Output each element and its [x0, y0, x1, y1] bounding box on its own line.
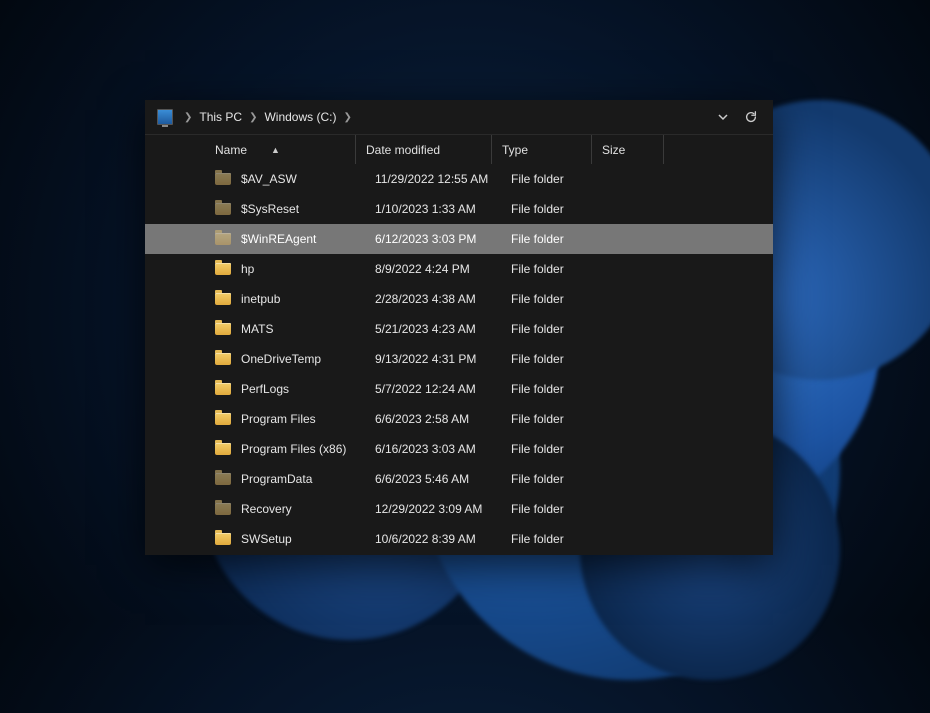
folder-icon	[215, 173, 231, 185]
cell-date: 10/6/2022 8:39 AM	[365, 532, 501, 546]
file-explorer-window: ❯ This PC ❯ Windows (C:) ❯ Name ▲ Date m…	[145, 100, 773, 555]
cell-type: File folder	[501, 442, 601, 456]
table-row[interactable]: MATS5/21/2023 4:23 AMFile folder	[145, 314, 773, 344]
cell-date: 8/9/2022 4:24 PM	[365, 262, 501, 276]
recent-locations-button[interactable]	[709, 103, 737, 131]
table-row[interactable]: Program Files6/6/2023 2:58 AMFile folder	[145, 404, 773, 434]
cell-type: File folder	[501, 502, 601, 516]
cell-type: File folder	[501, 292, 601, 306]
column-header-name[interactable]: Name ▲	[145, 135, 355, 164]
cell-name: MATS	[241, 322, 365, 336]
cell-date: 12/29/2022 3:09 AM	[365, 502, 501, 516]
column-header-end	[663, 135, 674, 164]
column-label: Size	[602, 143, 625, 157]
folder-icon	[215, 413, 231, 425]
cell-date: 2/28/2023 4:38 AM	[365, 292, 501, 306]
cell-date: 1/10/2023 1:33 AM	[365, 202, 501, 216]
cell-name: ProgramData	[241, 472, 365, 486]
breadcrumb-bar: ❯ This PC ❯ Windows (C:) ❯	[145, 100, 773, 134]
cell-type: File folder	[501, 232, 601, 246]
folder-icon	[215, 263, 231, 275]
folder-icon	[215, 323, 231, 335]
folder-icon	[215, 503, 231, 515]
table-row[interactable]: $SysReset1/10/2023 1:33 AMFile folder	[145, 194, 773, 224]
folder-icon	[215, 533, 231, 545]
table-row[interactable]: OneDriveTemp9/13/2022 4:31 PMFile folder	[145, 344, 773, 374]
file-list: $AV_ASW11/29/2022 12:55 AMFile folder$Sy…	[145, 164, 773, 554]
table-row[interactable]: $AV_ASW11/29/2022 12:55 AMFile folder	[145, 164, 773, 194]
folder-icon	[215, 203, 231, 215]
column-header-size[interactable]: Size	[591, 135, 663, 164]
cell-name: OneDriveTemp	[241, 352, 365, 366]
folder-icon	[215, 353, 231, 365]
cell-date: 6/6/2023 2:58 AM	[365, 412, 501, 426]
cell-date: 6/6/2023 5:46 AM	[365, 472, 501, 486]
folder-icon	[215, 443, 231, 455]
sort-ascending-icon: ▲	[271, 145, 280, 155]
cell-name: $SysReset	[241, 202, 365, 216]
cell-type: File folder	[501, 412, 601, 426]
cell-type: File folder	[501, 262, 601, 276]
cell-date: 6/12/2023 3:03 PM	[365, 232, 501, 246]
column-label: Date modified	[366, 143, 440, 157]
cell-name: $AV_ASW	[241, 172, 365, 186]
cell-type: File folder	[501, 382, 601, 396]
cell-type: File folder	[501, 532, 601, 546]
refresh-button[interactable]	[737, 103, 765, 131]
folder-icon	[215, 473, 231, 485]
cell-name: $WinREAgent	[241, 232, 365, 246]
table-row[interactable]: SWSetup10/6/2022 8:39 AMFile folder	[145, 524, 773, 554]
cell-date: 6/16/2023 3:03 AM	[365, 442, 501, 456]
cell-name: inetpub	[241, 292, 365, 306]
cell-name: hp	[241, 262, 365, 276]
cell-date: 9/13/2022 4:31 PM	[365, 352, 501, 366]
cell-name: Program Files (x86)	[241, 442, 365, 456]
cell-type: File folder	[501, 172, 601, 186]
column-header-date[interactable]: Date modified	[355, 135, 491, 164]
table-row[interactable]: PerfLogs5/7/2022 12:24 AMFile folder	[145, 374, 773, 404]
cell-date: 5/21/2023 4:23 AM	[365, 322, 501, 336]
folder-icon	[215, 233, 231, 245]
column-label: Type	[502, 143, 528, 157]
folder-icon	[215, 293, 231, 305]
cell-date: 11/29/2022 12:55 AM	[365, 172, 501, 186]
column-label: Name	[215, 143, 247, 157]
table-row[interactable]: Program Files (x86)6/16/2023 3:03 AMFile…	[145, 434, 773, 464]
cell-name: Program Files	[241, 412, 365, 426]
table-row[interactable]: $WinREAgent6/12/2023 3:03 PMFile folder	[145, 224, 773, 254]
chevron-right-icon: ❯	[343, 112, 351, 123]
column-header-type[interactable]: Type	[491, 135, 591, 164]
table-row[interactable]: inetpub2/28/2023 4:38 AMFile folder	[145, 284, 773, 314]
cell-name: SWSetup	[241, 532, 365, 546]
cell-type: File folder	[501, 472, 601, 486]
chevron-right-icon: ❯	[249, 112, 257, 123]
breadcrumb-windows-c[interactable]: Windows (C:)	[262, 107, 338, 127]
cell-type: File folder	[501, 352, 601, 366]
table-row[interactable]: ProgramData6/6/2023 5:46 AMFile folder	[145, 464, 773, 494]
breadcrumb-this-pc[interactable]: This PC	[197, 107, 244, 127]
cell-date: 5/7/2022 12:24 AM	[365, 382, 501, 396]
table-row[interactable]: hp8/9/2022 4:24 PMFile folder	[145, 254, 773, 284]
cell-name: PerfLogs	[241, 382, 365, 396]
cell-type: File folder	[501, 202, 601, 216]
cell-name: Recovery	[241, 502, 365, 516]
chevron-right-icon: ❯	[184, 112, 192, 123]
this-pc-icon	[157, 109, 173, 125]
table-row[interactable]: Recovery12/29/2022 3:09 AMFile folder	[145, 494, 773, 524]
column-header-row: Name ▲ Date modified Type Size	[145, 134, 773, 164]
cell-type: File folder	[501, 322, 601, 336]
folder-icon	[215, 383, 231, 395]
